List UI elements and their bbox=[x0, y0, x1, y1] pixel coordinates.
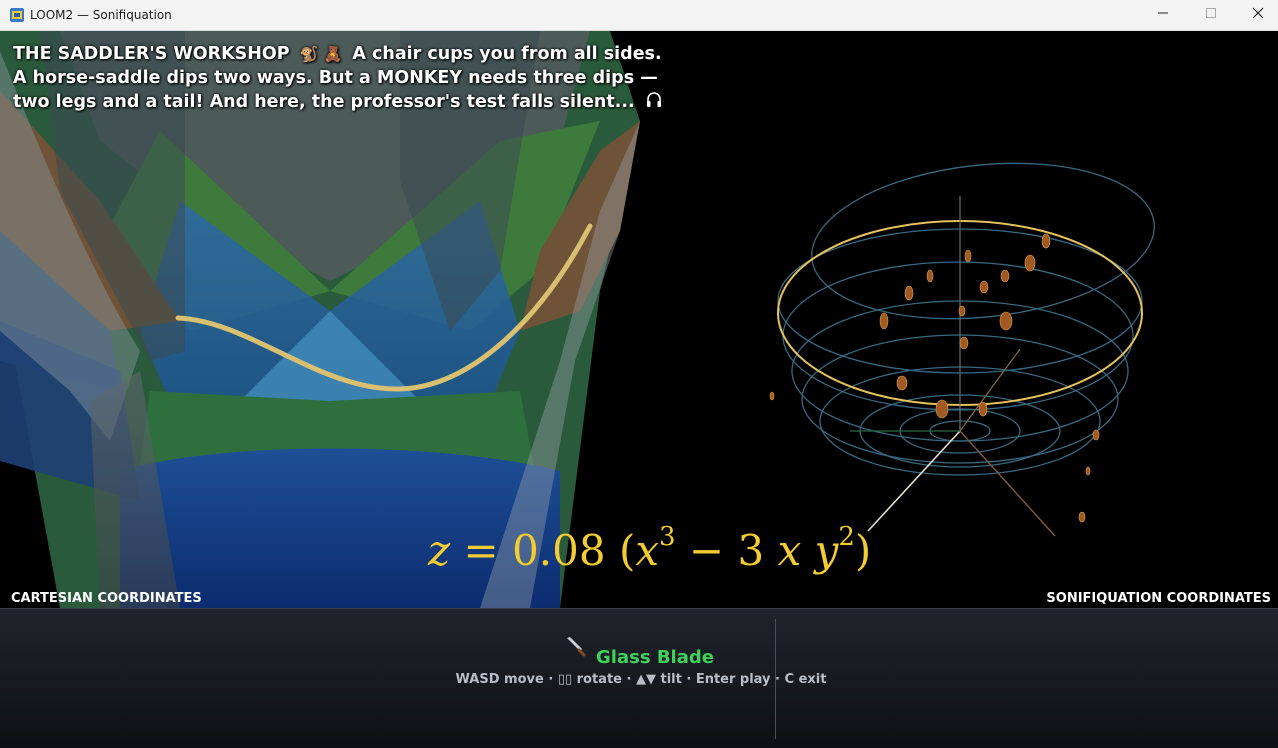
eq-y: y bbox=[814, 526, 839, 575]
caption-line2: A horse-saddle dips two ways. But a MONK… bbox=[13, 68, 658, 88]
caption-line1-rest: A chair cups you from all sides. bbox=[352, 44, 662, 64]
eq-paren-close: ) bbox=[854, 526, 872, 575]
minimize-button[interactable] bbox=[1140, 0, 1186, 31]
app-icon bbox=[10, 8, 24, 22]
close-icon bbox=[1252, 7, 1264, 19]
window-titlebar: LOOM2 — Sonifiquation bbox=[0, 0, 1278, 31]
tool-hud: Glass Blade WASD move · ▯▯ rotate · ▲▼ t… bbox=[0, 608, 1278, 748]
3d-viewport[interactable]: THE SADDLER'S WORKSHOP 🐒 🧸 A chair cups … bbox=[0, 31, 1278, 608]
eq-equals: = bbox=[463, 526, 499, 575]
cartesian-coordinates-label: CARTESIAN COORDINATES bbox=[11, 591, 202, 606]
eq-exp2: 2 bbox=[838, 522, 855, 552]
close-button[interactable] bbox=[1235, 0, 1278, 31]
headphones-icon bbox=[646, 92, 661, 107]
caption-line3: two legs and a tail! And here, the profe… bbox=[13, 92, 635, 112]
eq-exp1: 3 bbox=[659, 522, 676, 552]
equation-display: z = 0.08 (x3 − 3 x y2) bbox=[428, 524, 872, 575]
monkey-saddle-surface bbox=[0, 31, 640, 608]
monkey-bear-emoji: 🐒 🧸 bbox=[299, 45, 343, 63]
maximize-button[interactable] bbox=[1188, 0, 1234, 31]
eq-minus: − bbox=[688, 526, 725, 575]
current-tool[interactable]: Glass Blade bbox=[0, 637, 1278, 668]
scene-canvas[interactable] bbox=[0, 31, 1278, 608]
eq-paren-open: ( bbox=[618, 526, 636, 575]
sonifiquation-coordinates-label: SONIFIQUATION COORDINATES bbox=[1046, 591, 1271, 606]
tool-name: Glass Blade bbox=[596, 647, 714, 668]
eq-lhs: z bbox=[428, 526, 451, 575]
maximize-icon bbox=[1206, 8, 1216, 18]
eq-x: x bbox=[635, 526, 660, 575]
minimize-icon bbox=[1158, 12, 1168, 14]
eq-coefficient: 0.08 bbox=[512, 526, 606, 575]
knife-icon bbox=[567, 637, 586, 657]
sonifiquation-rings bbox=[777, 162, 1155, 476]
eq-x2: x bbox=[777, 526, 802, 575]
story-caption: THE SADDLER'S WORKSHOP 🐒 🧸 A chair cups … bbox=[13, 42, 663, 114]
caption-title: THE SADDLER'S WORKSHOP bbox=[13, 44, 290, 64]
eq-three: 3 bbox=[737, 526, 765, 575]
window-title: LOOM2 — Sonifiquation bbox=[30, 8, 172, 22]
controls-hint: WASD move · ▯▯ rotate · ▲▼ tilt · Enter … bbox=[455, 672, 827, 687]
